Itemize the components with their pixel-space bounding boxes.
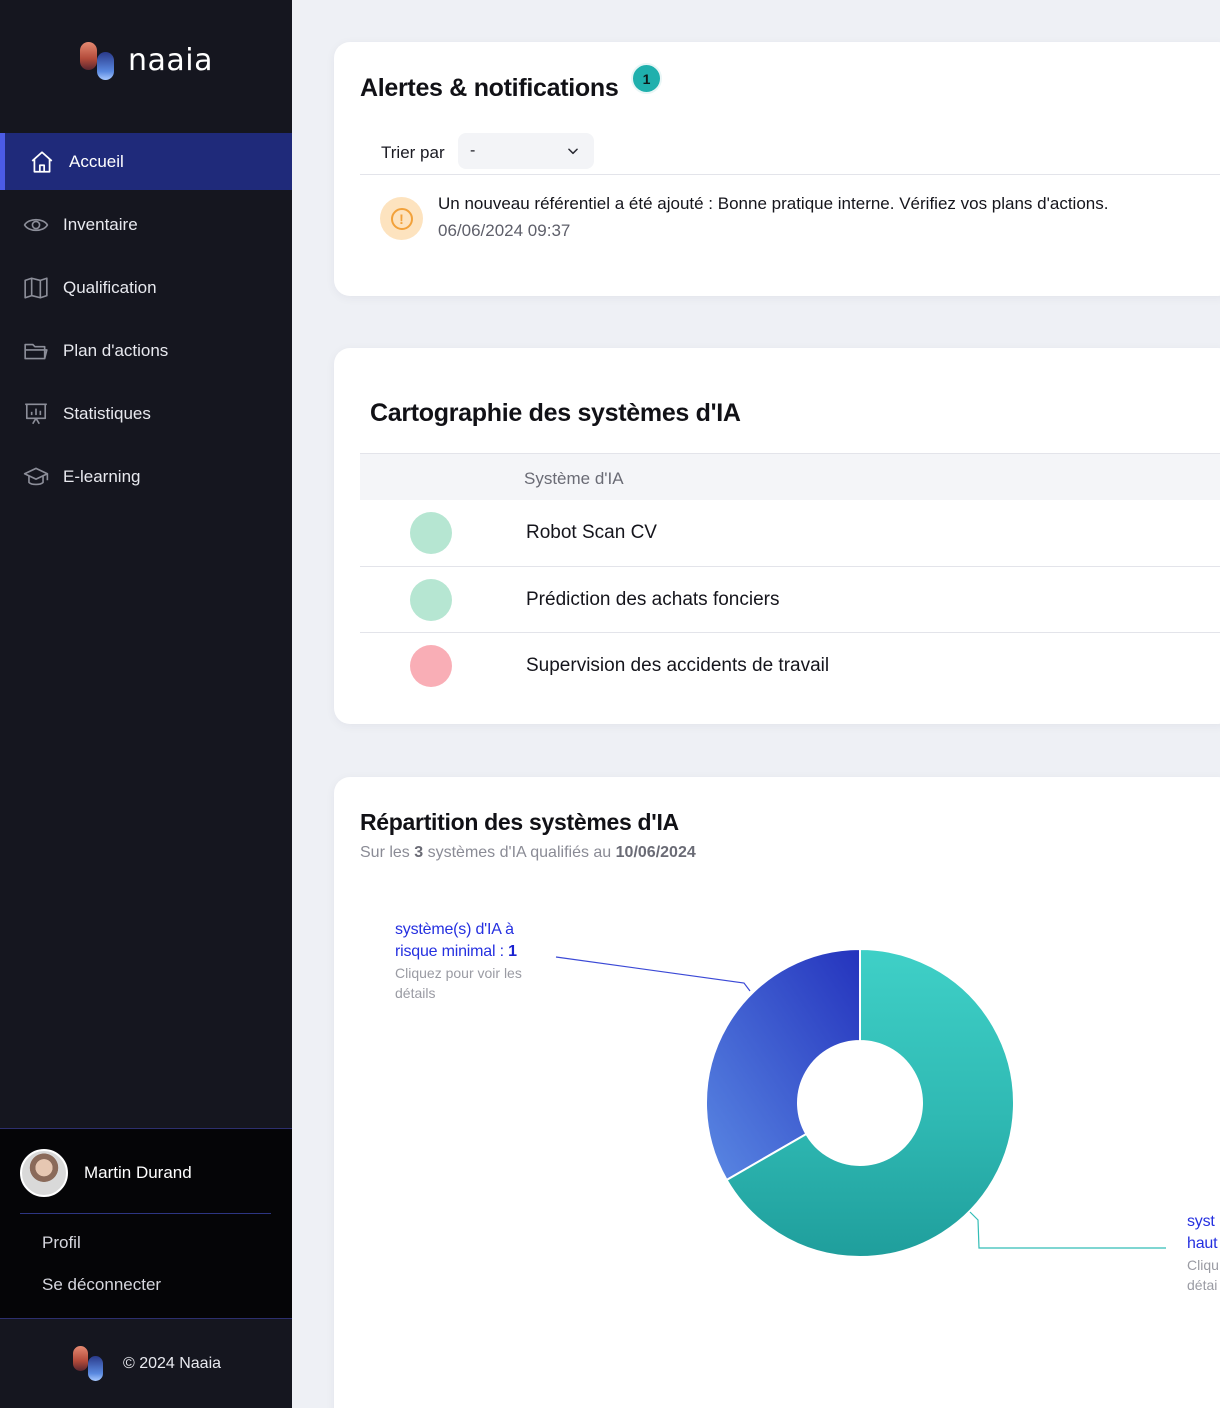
alerts-title: Alertes & notifications	[360, 74, 619, 102]
sidebar-item-qualification[interactable]: Qualification	[0, 259, 292, 316]
table-row[interactable]: Robot Scan CV	[360, 500, 1220, 566]
table-row[interactable]: Supervision des accidents de travail	[360, 632, 1220, 698]
risk-indicator	[410, 579, 452, 621]
sidebar: naaia Accueil Inventaire Qualification P…	[0, 0, 292, 1408]
logo-mark-icon	[78, 40, 120, 82]
sidebar-item-plan-actions[interactable]: Plan d'actions	[0, 322, 292, 379]
chevron-down-icon	[568, 148, 578, 155]
alerts-count-badge: 1	[631, 63, 662, 94]
system-name: Prédiction des achats fonciers	[526, 589, 780, 610]
risk-indicator	[410, 512, 452, 554]
minimal-risk-label[interactable]: système(s) d'IA à risque minimal : 1 Cli…	[395, 919, 555, 1003]
cartography-card: Cartographie des systèmes d'IA Système d…	[334, 348, 1220, 724]
minimal-risk-count: 1	[508, 943, 517, 960]
profile-link[interactable]: Profil	[42, 1233, 81, 1253]
copyright-text: © 2024 Naaia	[122, 1354, 222, 1372]
sort-select[interactable]: -	[458, 133, 594, 169]
high-risk-label[interactable]: syst haut Cliqu détai	[1187, 1211, 1220, 1295]
user-menu: Martin Durand Profil Se déconnecter	[0, 1128, 292, 1318]
brand-logo[interactable]: naaia	[78, 40, 213, 82]
avatar	[20, 1149, 68, 1197]
folder-icon	[22, 337, 50, 365]
table-row[interactable]: Prédiction des achats fonciers	[360, 566, 1220, 632]
user-name: Martin Durand	[84, 1163, 192, 1182]
sort-select-value: -	[470, 142, 476, 159]
logout-link[interactable]: Se déconnecter	[42, 1275, 161, 1295]
sidebar-item-label: Accueil	[69, 151, 124, 171]
sidebar-item-label: E-learning	[63, 466, 141, 486]
alerts-divider	[360, 174, 1220, 175]
logo-mark-icon	[71, 1344, 109, 1384]
user-divider	[20, 1213, 271, 1214]
sidebar-item-elearning[interactable]: E-learning	[0, 448, 292, 505]
donut-slice-minimal[interactable]	[705, 947, 861, 1182]
cartography-title: Cartographie des systèmes d'IA	[370, 399, 741, 427]
leader-line-minimal	[555, 956, 751, 992]
column-header-system: Système d'IA	[524, 469, 624, 488]
alerts-card: Alertes & notifications 1 Trier par - ! …	[334, 42, 1220, 296]
sidebar-item-label: Plan d'actions	[63, 340, 169, 360]
system-name: Robot Scan CV	[526, 522, 657, 543]
risk-indicator	[410, 645, 452, 687]
minimal-risk-hint: Cliquez pour voir les détails	[395, 965, 522, 1001]
sidebar-item-label: Inventaire	[63, 214, 138, 234]
brand-name: naaia	[128, 42, 213, 78]
home-icon	[28, 148, 56, 176]
sidebar-item-label: Statistiques	[63, 403, 151, 423]
map-icon	[22, 274, 50, 302]
eye-icon	[22, 211, 50, 239]
sidebar-item-statistiques[interactable]: Statistiques	[0, 385, 292, 442]
table-header: Système d'IA	[360, 453, 1220, 500]
main-nav: Accueil Inventaire Qualification Plan d'…	[0, 133, 292, 511]
user-profile[interactable]: Martin Durand	[20, 1149, 192, 1197]
sidebar-item-inventaire[interactable]: Inventaire	[0, 196, 292, 253]
alert-message[interactable]: Un nouveau référentiel a été ajouté : Bo…	[438, 194, 1108, 214]
donut-chart	[555, 947, 1166, 1258]
graduation-cap-icon	[22, 463, 50, 491]
warning-icon: !	[380, 197, 423, 240]
sort-label: Trier par	[381, 143, 445, 162]
sidebar-footer: © 2024 Naaia	[0, 1318, 292, 1408]
leader-line-high	[969, 1211, 1166, 1249]
sidebar-item-accueil[interactable]: Accueil	[0, 133, 292, 190]
repartition-card: Répartition des systèmes d'IA Sur les 3 …	[334, 777, 1220, 1408]
system-name: Supervision des accidents de travail	[526, 655, 830, 676]
alert-date: 06/06/2024 09:37	[438, 221, 571, 240]
presentation-chart-icon	[22, 400, 50, 428]
sidebar-item-label: Qualification	[63, 277, 157, 297]
